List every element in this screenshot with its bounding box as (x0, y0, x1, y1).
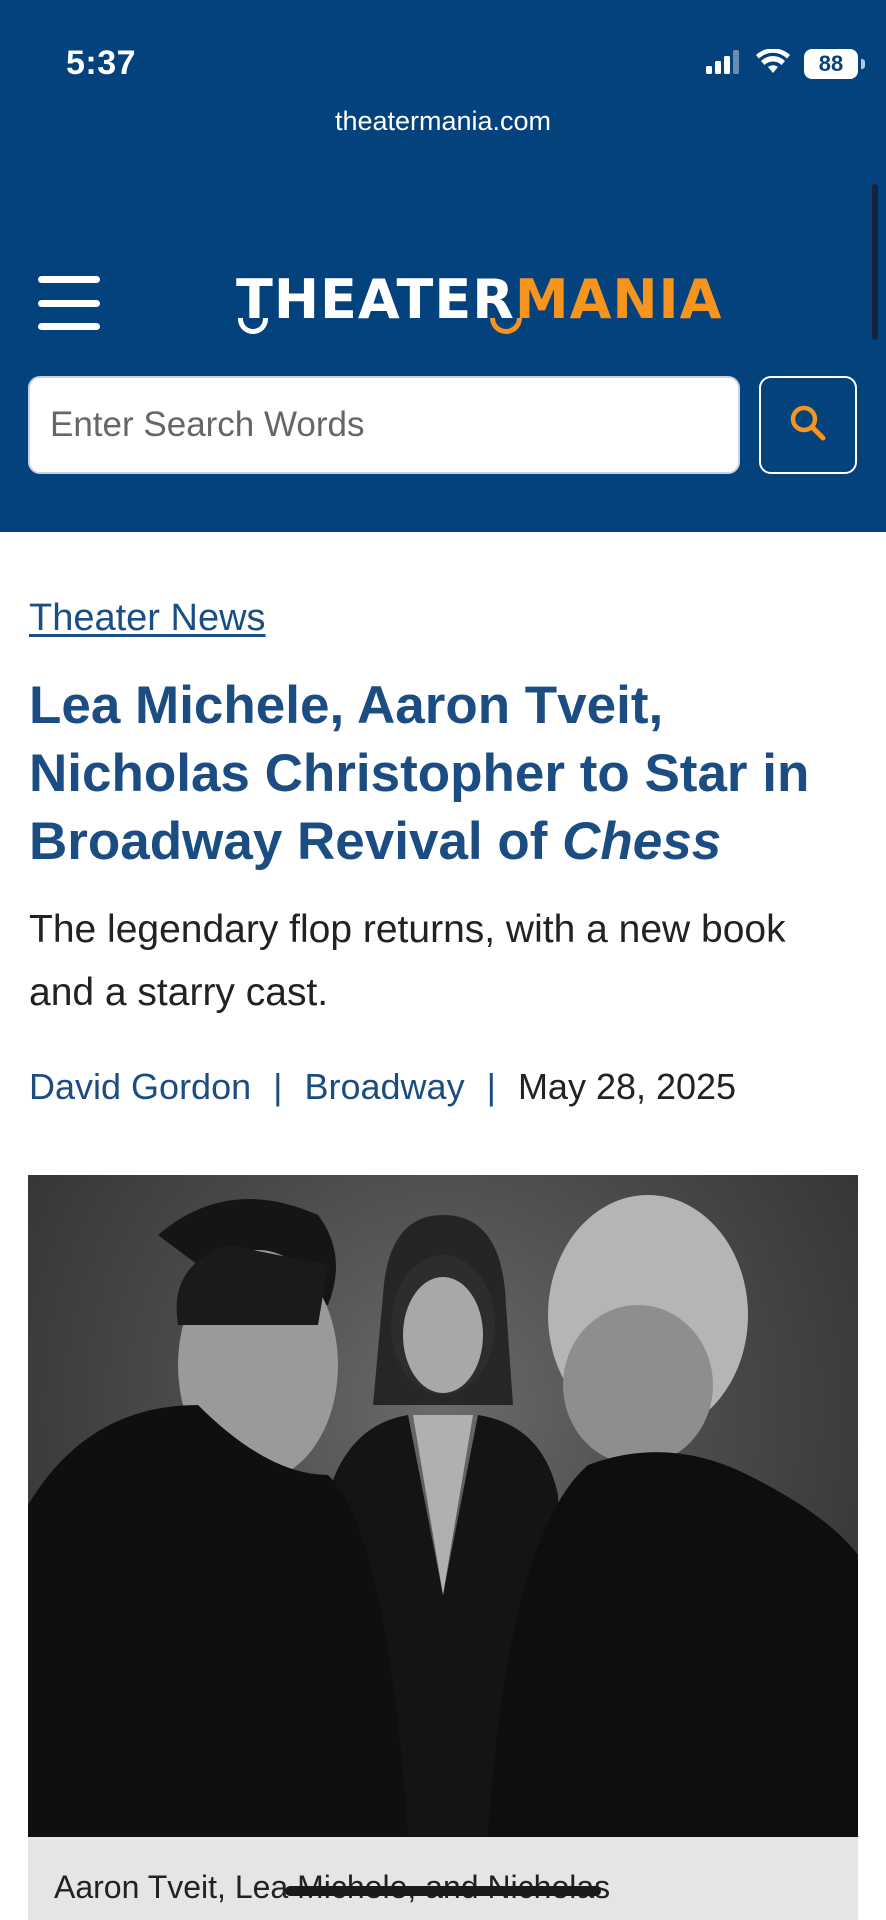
hamburger-menu-icon[interactable] (38, 276, 100, 330)
battery-icon: 88 (804, 49, 865, 79)
search-icon (788, 403, 828, 448)
logo-text-theater: THEATER (236, 268, 515, 331)
status-icons: 88 (706, 47, 865, 80)
headline-italic-title: Chess (562, 812, 722, 871)
image-caption: Aaron Tveit, Lea Michele, and Nicholas (28, 1837, 858, 1920)
byline-separator: | (486, 1066, 496, 1107)
search-button[interactable] (759, 376, 857, 474)
article-hero-image[interactable] (28, 1175, 858, 1837)
site-logo[interactable]: THEATERMANIA (236, 268, 722, 332)
byline-separator: | (273, 1066, 283, 1107)
cellular-signal-icon (706, 49, 742, 79)
hero-photo-illustration (28, 1195, 858, 1837)
publish-date: May 28, 2025 (517, 1066, 737, 1107)
wifi-icon (756, 47, 790, 80)
home-indicator[interactable] (285, 1886, 601, 1896)
status-time: 5:37 (66, 44, 137, 82)
logo-text-mania: MANIA (514, 268, 723, 331)
byline: David Gordon | Broadway | May 28, 2025 (29, 1066, 736, 1108)
author-link[interactable]: David Gordon (29, 1066, 251, 1108)
category-link[interactable]: Broadway (304, 1066, 464, 1108)
section-link-theater-news[interactable]: Theater News (29, 597, 266, 640)
site-header: 5:37 88 theatermania.com THEATERMANIA (0, 0, 886, 532)
search-input[interactable] (28, 376, 740, 474)
article-headline: Lea Michele, Aaron Tveit, Nicholas Chris… (29, 672, 859, 876)
article-dek: The legendary flop returns, with a new b… (29, 908, 786, 1014)
browser-url[interactable]: theatermania.com (0, 106, 886, 137)
scrollbar[interactable] (872, 184, 878, 340)
